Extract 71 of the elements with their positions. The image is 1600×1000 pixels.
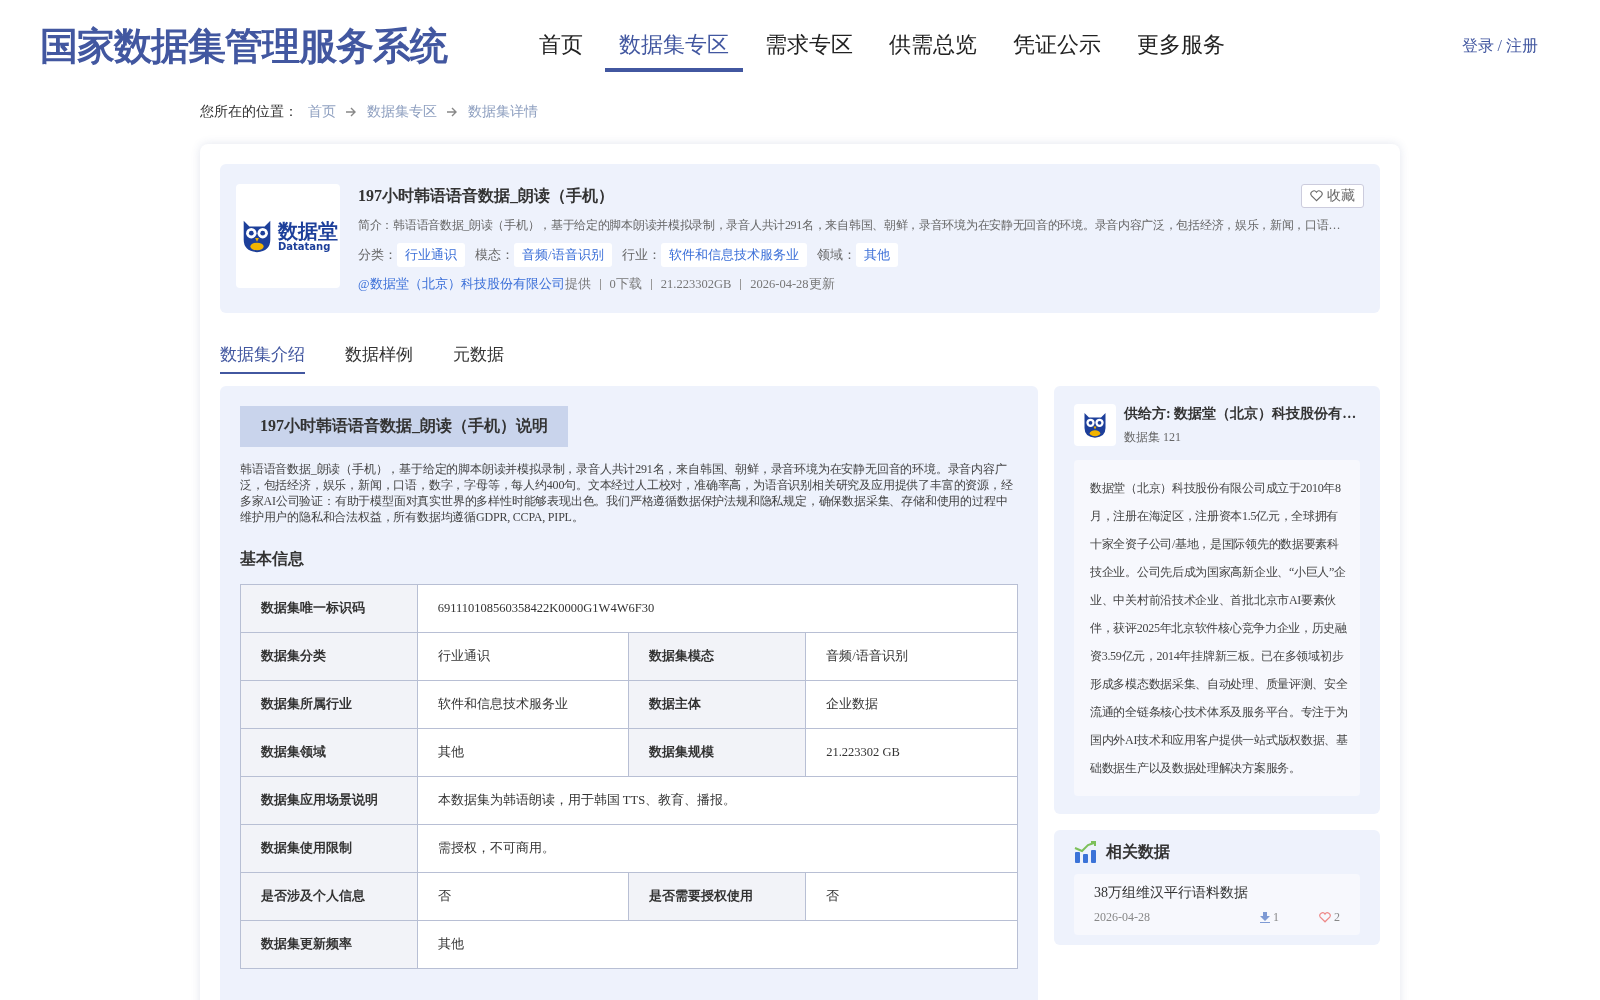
- breadcrumb-label: 您所在的位置：: [200, 103, 298, 121]
- table-cell: 数据集规模: [628, 728, 806, 777]
- table-cell: 数据主体: [628, 680, 806, 729]
- download-count: 1: [1273, 910, 1279, 925]
- related-date: 2026-04-28: [1094, 910, 1151, 925]
- table-cell: 数据集分类: [240, 632, 418, 681]
- table-cell: 音频/语音识别: [805, 632, 1018, 681]
- tab[interactable]: 元数据: [453, 343, 504, 374]
- heart-icon: [1319, 912, 1331, 923]
- table-cell: 数据集应用场景说明: [240, 776, 418, 825]
- login-link[interactable]: 登录 / 注册: [1461, 35, 1538, 57]
- nav-item[interactable]: 需求专区: [751, 20, 867, 72]
- dataset-stat: 0下载: [609, 276, 642, 293]
- panel-title: 相关数据: [1106, 841, 1170, 862]
- table-cell: 否: [417, 872, 629, 921]
- site-title: 国家数据集管理服务系统: [40, 22, 447, 70]
- table-cell: 21.223302 GB: [805, 728, 1018, 777]
- tag-label: 模态：: [475, 246, 514, 264]
- dataset-stat: 2026-04-28更新: [750, 276, 835, 293]
- company-logo: 数据堂 Datatang: [236, 184, 340, 288]
- table-cell: 行业通识: [417, 632, 629, 681]
- table-cell: 数据集模态: [628, 632, 806, 681]
- table-cell: 企业数据: [805, 680, 1018, 729]
- tag[interactable]: 音频/语音识别: [514, 243, 612, 267]
- table-cell: 数据集领域: [240, 728, 418, 777]
- table-cell: 其他: [417, 728, 629, 777]
- tag[interactable]: 软件和信息技术服务业: [660, 243, 807, 267]
- table-cell: 691110108560358422K0000G1W4W6F30: [417, 584, 1018, 633]
- table-cell: 数据集所属行业: [240, 680, 418, 729]
- tag-label: 行业：: [621, 246, 661, 264]
- dataset-stat: 21.223302GB: [660, 277, 732, 292]
- dataset-summary: 简介：韩语语音数据_朗读（手机），基于给定的脚本朗读并模拟录制，录音人共计291名，来自韩国、朝鲜，录音环境为在安静无回音的环境。录音内容广泛，包括经济，娱乐，新闻，口语…: [358, 217, 1342, 234]
- supplier-description: 数据堂（北京）科技股份有限公司成立于2010年8月，注册在海淀区，注册资本1.5亿元，全球拥有十家全资子公司/基地，是国际领先的数据要素科技企业。公司先后成为国家高新企业、“小巨人”企业、中关村前沿技术企业、首批北京市AI要素伙伴，获评2025年北京软件核心竞争力企业，历史融资3.59亿元，2014年挂牌新三板。已在多领域初步形成多模态数据采集、自动处理、质量评测、安全流通的全链条核心技术体系及服务平台。专注于为国内外AI技术和应用客户提供一站式版权数据、基础数据生产以及数据处理解决方案服务。: [1074, 460, 1360, 796]
- related-item[interactable]: 38万组维汉平行语料数据 2026-04-28 1 2: [1074, 874, 1360, 935]
- nav-item[interactable]: 数据集专区: [605, 20, 743, 72]
- tab[interactable]: 数据样例: [345, 343, 413, 374]
- dataset-title: 197小时韩语语音数据_朗读（手机）: [358, 185, 614, 206]
- section-title: 基本信息: [240, 549, 305, 569]
- related-title: 38万组维汉平行语料数据: [1094, 884, 1249, 902]
- supplier-name: 供给方: 数据堂（北京）科技股份有…: [1124, 404, 1357, 423]
- nav-item[interactable]: 首页: [525, 20, 597, 72]
- tab[interactable]: 数据集介绍: [220, 343, 305, 374]
- table-cell: 本数据集为韩语朗读，用于韩国 TTS、教育、播报。: [417, 776, 1018, 825]
- tag[interactable]: 行业通识: [397, 243, 465, 267]
- section-heading: 197小时韩语语音数据_朗读（手机）说明: [240, 406, 568, 447]
- tag-label: 分类：: [358, 246, 397, 264]
- table-cell: 数据集更新频率: [240, 920, 418, 969]
- table-cell: 是否需要授权使用: [628, 872, 806, 921]
- table-cell: 软件和信息技术服务业: [417, 680, 629, 729]
- nav-item[interactable]: 供需总览: [875, 20, 991, 72]
- nav-item[interactable]: 更多服务: [1123, 20, 1239, 72]
- download-icon: [1260, 912, 1270, 923]
- nav-item[interactable]: 凭证公示: [999, 20, 1115, 72]
- table-cell: 数据集唯一标识码: [240, 584, 418, 633]
- heart-icon: [1310, 190, 1323, 202]
- table-cell: 否: [805, 872, 1018, 921]
- table-cell: 数据集使用限制: [240, 824, 418, 873]
- intro-text: 韩语语音数据_朗读（手机），基于给定的脚本朗读并模拟录制，录音人共计291名，来自韩国、朝鲜，录音环境为在安静无回音的环境。录音内容广泛，包括经济，娱乐，新闻，口语，数字，字母等，每人约400句。文本经过人工校对，准确率高，为语音识别相关研究及应用提供了丰富的资源，经多家AI公司验证：有助于模型面对真实世界的多样性时能够表现出色。我们严格遵循数据保护法规和隐私规定，确保数据采集、存储和使用的过程中维护用户的隐私和合法权益，所有数据均遵循GDPR, CCPA, PIPL。: [240, 461, 1014, 525]
- like-count: 2: [1334, 910, 1340, 925]
- table-cell: 需授权，不可商用。: [417, 824, 1018, 873]
- arrow-icon: [447, 107, 458, 117]
- provider-suffix: 提供: [564, 276, 591, 293]
- dataset-count: 数据集 121: [1124, 428, 1182, 446]
- bar-chart-icon: [1074, 840, 1098, 864]
- provider-link[interactable]: @数据堂（北京）科技股份有限公司: [358, 276, 565, 293]
- favorite-button[interactable]: 收藏: [1301, 184, 1364, 208]
- tag[interactable]: 其他: [855, 243, 898, 267]
- table-cell: 其他: [417, 920, 1018, 969]
- table-cell: 是否涉及个人信息: [240, 872, 418, 921]
- arrow-icon: [346, 107, 357, 117]
- tag-label: 领域：: [816, 246, 856, 264]
